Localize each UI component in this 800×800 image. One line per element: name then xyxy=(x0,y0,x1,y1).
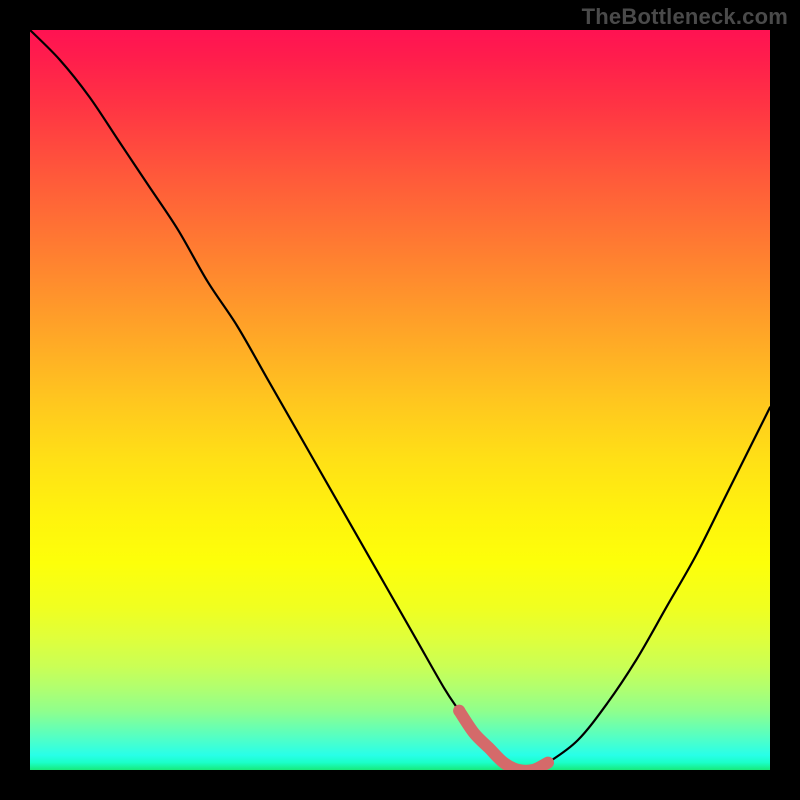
watermark-text: TheBottleneck.com xyxy=(582,4,788,30)
bottleneck-curve-svg xyxy=(30,30,770,770)
optimal-zone-highlight xyxy=(459,711,548,770)
optimal-zone-marker xyxy=(453,705,465,717)
plot-area xyxy=(30,30,770,770)
chart-container: TheBottleneck.com xyxy=(0,0,800,800)
bottleneck-curve xyxy=(30,30,770,770)
